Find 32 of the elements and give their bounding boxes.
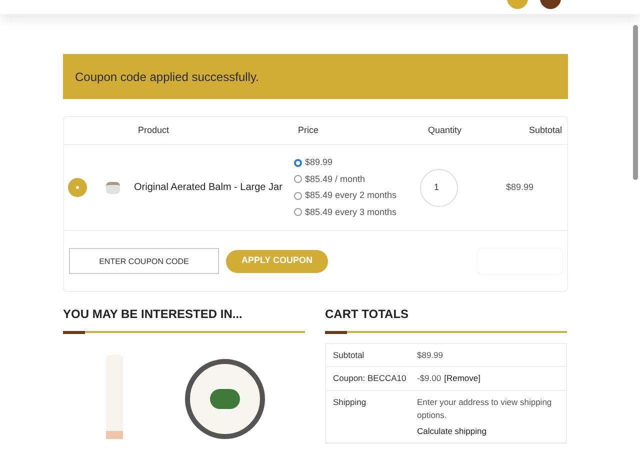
product-photo (106, 182, 120, 194)
price-option: $85.49 every 3 months (305, 206, 397, 219)
totals-label: Coupon: BECCA10 (333, 372, 408, 385)
remove-icon (76, 186, 79, 189)
radio-button[interactable] (294, 175, 302, 184)
radio-button[interactable] (294, 192, 302, 200)
coupon-field[interactable]: ENTER COUPON CODE (69, 248, 219, 274)
price-option: $85.49 / month (305, 172, 366, 186)
product-name[interactable]: Original Aerated Balm - Large Jar (134, 180, 294, 195)
column-header: Price (298, 124, 320, 137)
column-header: Quantity (428, 124, 463, 137)
totals-value: -$9.00 (417, 372, 442, 385)
remove-link[interactable]: [Remove] (444, 372, 480, 385)
subtotal-value: $89.99 (506, 180, 534, 194)
scrollbar-thumb[interactable] (633, 25, 638, 180)
column-header: Subtotal (528, 124, 562, 137)
column-header: Product (138, 124, 170, 137)
totals-label: Subtotal (333, 348, 366, 362)
totals-value: Enter your address to view shipping options. (417, 396, 553, 422)
radio-button[interactable] (294, 208, 302, 216)
calculate-shipping-link[interactable]: Calculate shipping (417, 424, 559, 438)
price-option: $85.49 every 2 months (305, 189, 397, 202)
section-heading: YOU MAY BE INTERESTED IN... (63, 306, 244, 323)
quantity-field[interactable]: 1 (420, 168, 458, 206)
section-heading: CART TOTALS (325, 306, 410, 323)
remove-button[interactable] (68, 178, 87, 197)
success-notice: Coupon code applied successfully. (63, 54, 568, 99)
totals-value: $89.99 (417, 348, 443, 362)
bottle-photo[interactable] (106, 354, 123, 438)
radio-button[interactable] (294, 158, 302, 167)
price-option: $89.99 (305, 156, 333, 170)
totals-label: Shipping (333, 396, 368, 409)
